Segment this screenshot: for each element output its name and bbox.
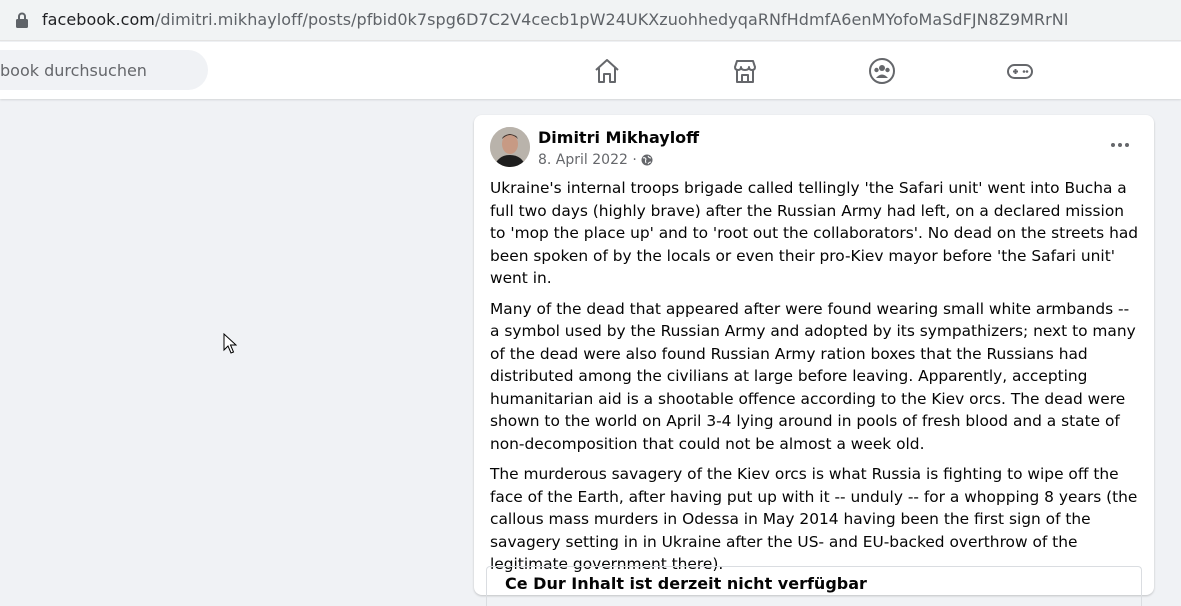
home-icon[interactable] [592,56,622,86]
mouse-cursor-icon [223,333,237,354]
post-paragraph: Ukraine's internal troops brigade called… [490,179,1139,287]
post-card: Dimitri Mikhayloff 8. April 2022 · Ukrai… [474,115,1154,606]
avatar[interactable] [490,127,530,167]
browser-address-bar[interactable]: facebook.com/dimitri.mikhayloff/posts/pf… [0,0,1181,41]
gaming-icon[interactable] [1005,56,1035,86]
globe-icon [641,154,653,166]
post-paragraph: The murderous savagery of the Kiev orcs … [490,465,1138,573]
dot-icon [1111,143,1115,147]
link-preview-card[interactable]: Ce Dur Inhalt ist derzeit nicht verfügba… [486,566,1142,606]
post-paragraph: Many of the dead that appeared after wer… [490,299,1136,453]
dot-icon [1118,143,1122,147]
dot-icon [1125,143,1129,147]
facebook-top-nav: book durchsuchen [0,42,1181,99]
search-placeholder: book durchsuchen [0,61,147,80]
url-host: facebook.com [42,10,155,29]
post-meta: 8. April 2022 · [538,152,653,168]
search-input[interactable]: book durchsuchen [0,50,208,90]
url-text[interactable]: facebook.com/dimitri.mikhayloff/posts/pf… [42,10,1068,29]
lock-icon[interactable] [15,12,29,28]
author-name[interactable]: Dimitri Mikhayloff [538,128,699,147]
link-preview-title: Ce Dur Inhalt ist derzeit nicht verfügba… [505,574,867,593]
url-path: /dimitri.mikhayloff/posts/pfbid0k7spg6D7… [154,10,1069,29]
more-options-button[interactable] [1106,135,1134,155]
groups-icon[interactable] [867,56,897,86]
marketplace-icon[interactable] [730,56,760,86]
post-body: Ukraine's internal troops brigade called… [490,177,1140,584]
post-date[interactable]: 8. April 2022 · [538,152,637,168]
